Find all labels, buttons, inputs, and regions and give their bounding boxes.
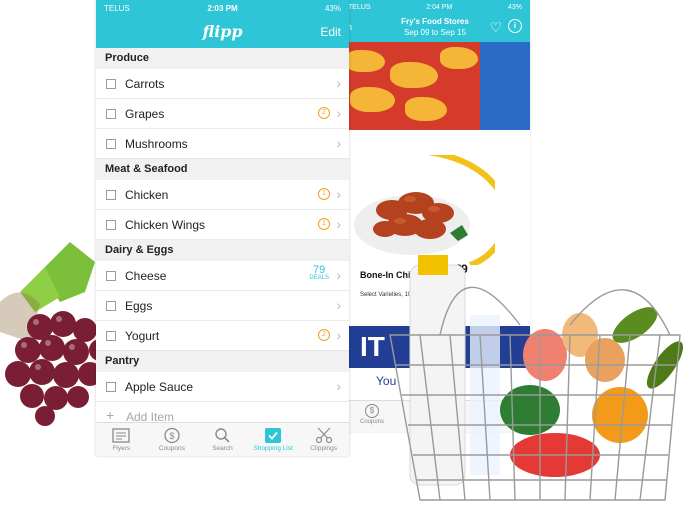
- item-label: Apple Sauce: [125, 380, 194, 394]
- shopping-list-icon: [265, 428, 282, 443]
- tab-label: Clippings: [310, 445, 338, 452]
- checkbox[interactable]: [106, 220, 116, 230]
- list-item[interactable]: Mushrooms ›: [96, 129, 349, 159]
- nav-bar: flipp Edit: [96, 18, 349, 48]
- item-label: Yogurt: [125, 329, 160, 343]
- section-header: Pantry: [96, 351, 349, 372]
- tab-coupons[interactable]: $ Coupons: [147, 423, 198, 456]
- tab-search[interactable]: Search: [197, 423, 248, 456]
- tab-label: Flyers: [112, 445, 131, 452]
- flyers-icon: [112, 428, 130, 443]
- section-header: Meat & Seafood: [96, 159, 349, 180]
- edit-button[interactable]: Edit: [320, 25, 341, 39]
- list-item[interactable]: Apple Sauce ›: [96, 372, 349, 402]
- item-label: Mushrooms: [125, 137, 188, 151]
- chevron-right-icon: ›: [336, 297, 341, 313]
- tab-bar: Flyers $ Coupons Search Shopping List Cl…: [96, 422, 349, 456]
- item-label: Eggs: [125, 299, 153, 313]
- battery-label: 43%: [507, 3, 522, 11]
- item-label: Carrots: [125, 77, 165, 91]
- clock-badge-icon: 2: [318, 329, 330, 341]
- carrier-label: TELUS: [348, 3, 371, 11]
- item-label: Grapes: [125, 107, 165, 121]
- checkbox[interactable]: [106, 271, 116, 281]
- flyer-chips-image: [340, 42, 530, 130]
- flipp-logo: flipp: [202, 22, 243, 41]
- tab-label: Shopping List: [253, 445, 293, 452]
- chicken-wings-image: [354, 155, 495, 265]
- svg-text:$: $: [169, 431, 174, 441]
- list-item[interactable]: Chicken Wings 1 ›: [96, 210, 349, 240]
- clock-label: 2:03 PM: [207, 4, 238, 13]
- status-bar: TELUS 2:04 PM 43%: [340, 0, 530, 14]
- list-item[interactable]: Chicken 1 ›: [96, 180, 349, 210]
- list-item[interactable]: Carrots ›: [96, 69, 349, 99]
- chevron-right-icon: ›: [336, 216, 341, 232]
- checkbox[interactable]: [106, 79, 116, 89]
- chevron-right-icon: ›: [336, 75, 341, 91]
- plus-icon: +: [106, 407, 115, 423]
- deals-badge[interactable]: 79 DEALS: [309, 264, 329, 281]
- clock-label: 2:04 PM: [426, 3, 453, 11]
- list-item[interactable]: Eggs ›: [96, 291, 349, 321]
- shopping-list-screen: TELUS 2:03 PM 43% flipp Edit Produce Car…: [96, 0, 349, 456]
- grocery-basket-image: [389, 255, 684, 501]
- checkbox[interactable]: [106, 190, 116, 200]
- chevron-right-icon: ›: [336, 135, 341, 151]
- battery-label: 43%: [324, 4, 341, 13]
- chevron-right-icon: ›: [336, 186, 341, 202]
- search-icon: [215, 428, 231, 443]
- list-item[interactable]: Cheese 79 DEALS ›: [96, 261, 349, 291]
- chevron-right-icon: ›: [336, 327, 341, 343]
- checkbox[interactable]: [106, 109, 116, 119]
- clippings-icon: [315, 427, 332, 444]
- checkbox[interactable]: [106, 301, 116, 311]
- section-header: Produce: [96, 48, 349, 69]
- item-label: Cheese: [125, 269, 167, 283]
- tab-clippings[interactable]: Clippings: [298, 423, 349, 456]
- item-label: Chicken Wings: [125, 218, 206, 232]
- item-label: Chicken: [125, 188, 169, 202]
- coupons-icon: $: [164, 427, 180, 444]
- coupons-icon: $: [365, 404, 379, 418]
- checkbox[interactable]: [106, 382, 116, 392]
- status-bar: TELUS 2:03 PM 43%: [96, 0, 349, 18]
- clock-badge-icon: 1: [318, 218, 330, 230]
- checkbox[interactable]: [106, 331, 116, 341]
- list-item[interactable]: Yogurt 2 ›: [96, 321, 349, 351]
- deals-label: DEALS: [309, 275, 329, 281]
- tab-label: Coupons: [158, 445, 185, 452]
- list-item[interactable]: Grapes 2 ›: [96, 99, 349, 129]
- heart-icon[interactable]: ♡: [489, 19, 502, 36]
- clock-badge-icon: 2: [318, 107, 330, 119]
- chevron-right-icon: ›: [336, 378, 341, 394]
- tab-label: Search: [212, 445, 233, 452]
- clock-badge-icon: 1: [318, 188, 330, 200]
- section-header: Dairy & Eggs: [96, 240, 349, 261]
- flyer-header: en Fry's Food Stores Sep 09 to Sep 15 ♡ …: [340, 14, 530, 42]
- chevron-right-icon: ›: [336, 267, 341, 283]
- tab-flyers[interactable]: Flyers: [96, 423, 147, 456]
- tab-shopping-list[interactable]: Shopping List: [248, 423, 299, 456]
- chevron-right-icon: ›: [336, 105, 341, 121]
- info-icon[interactable]: i: [508, 19, 522, 33]
- checkbox[interactable]: [106, 139, 116, 149]
